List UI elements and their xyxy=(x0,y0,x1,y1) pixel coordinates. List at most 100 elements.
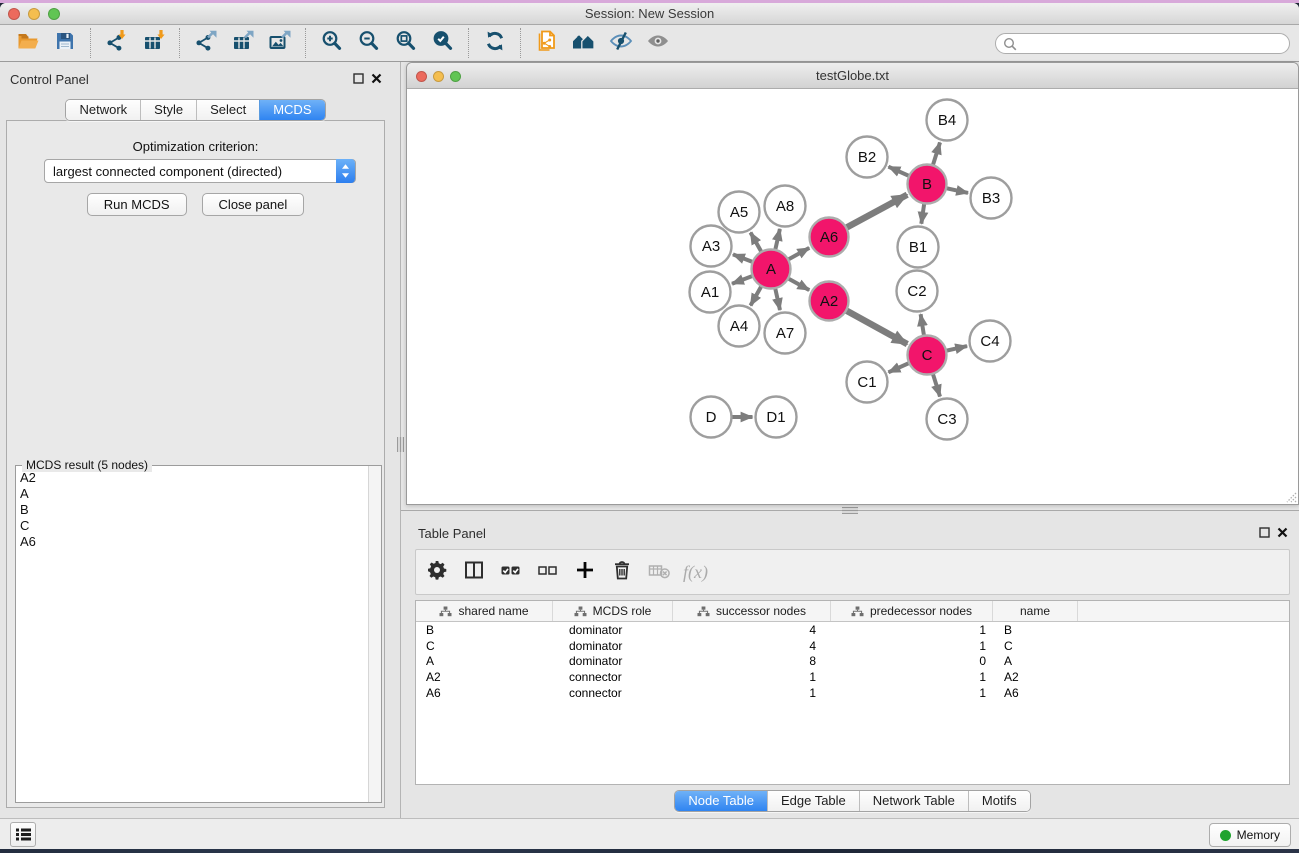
graph-node-A2[interactable]: A2 xyxy=(810,282,849,321)
task-history-button[interactable] xyxy=(10,822,36,847)
table-row[interactable]: A2connector11A2 xyxy=(416,669,1289,685)
search-box[interactable] xyxy=(995,33,1290,54)
mcds-result-item[interactable]: A2 xyxy=(20,470,381,486)
tab-motifs[interactable]: Motifs xyxy=(968,791,1030,811)
graph-node-A3[interactable]: A3 xyxy=(691,226,732,267)
optimization-criterion-select[interactable]: largest connected component (directed) xyxy=(44,159,356,183)
search-input[interactable] xyxy=(1017,36,1289,52)
deselect-all-icon xyxy=(536,558,560,587)
import-network-button[interactable] xyxy=(98,27,135,59)
close-table-panel-icon[interactable] xyxy=(1277,527,1288,538)
run-mcds-button[interactable]: Run MCDS xyxy=(87,193,187,216)
graph-node-B3[interactable]: B3 xyxy=(971,178,1012,219)
cell-predecessor-nodes: 1 xyxy=(831,670,993,684)
mcds-result-title: MCDS result (5 nodes) xyxy=(22,458,152,472)
add-column-button[interactable] xyxy=(571,557,598,587)
mcds-result-item[interactable]: A6 xyxy=(20,534,381,550)
graph-node-C4[interactable]: C4 xyxy=(970,321,1011,362)
tab-select[interactable]: Select xyxy=(196,100,259,120)
graph-node-D1[interactable]: D1 xyxy=(756,397,797,438)
home-button[interactable] xyxy=(565,27,602,59)
graph-node-A4[interactable]: A4 xyxy=(719,306,760,347)
svg-text:A3: A3 xyxy=(702,238,720,255)
open-session-button[interactable] xyxy=(9,27,46,59)
horizontal-split-grip[interactable] xyxy=(842,507,858,514)
close-panel-button[interactable]: Close panel xyxy=(202,193,305,216)
table-row[interactable]: Bdominator41B xyxy=(416,622,1289,638)
toolbar-separator xyxy=(90,28,91,58)
graph-node-B2[interactable]: B2 xyxy=(847,137,888,178)
column-header-shared-name[interactable]: shared name xyxy=(416,601,553,621)
graph-node-C2[interactable]: C2 xyxy=(897,271,938,312)
graph-node-A7[interactable]: A7 xyxy=(765,313,806,354)
resize-handle-icon[interactable] xyxy=(1283,490,1297,503)
network-from-file-button[interactable] xyxy=(528,27,565,59)
graph-node-C1[interactable]: C1 xyxy=(847,362,888,403)
gear-button[interactable] xyxy=(423,557,450,587)
cell-predecessor-nodes: 1 xyxy=(831,639,993,653)
table-header-row: shared nameMCDS rolesuccessor nodesprede… xyxy=(416,601,1289,622)
zoom-in-button[interactable] xyxy=(313,27,350,59)
memory-button[interactable]: Memory xyxy=(1209,823,1291,847)
network-graph-canvas[interactable]: B4 B2 B B3 A5A8A6 B1 A3 A C2 A1 A2 A4A7 C4 C C1 C3 D D1 xyxy=(407,89,1298,504)
mcds-result-item[interactable]: A xyxy=(20,486,381,502)
mcds-result-scrollbar[interactable] xyxy=(368,466,381,802)
add-column-icon xyxy=(573,558,597,587)
graph-node-C3[interactable]: C3 xyxy=(927,399,968,440)
import-table-icon xyxy=(142,29,166,58)
import-table-button[interactable] xyxy=(135,27,172,59)
select-all-button[interactable] xyxy=(497,557,524,587)
graph-node-B[interactable]: B xyxy=(908,165,947,204)
deselect-all-button[interactable] xyxy=(534,557,561,587)
table-row[interactable]: Cdominator41C xyxy=(416,638,1289,654)
zoom-in-icon xyxy=(320,29,344,58)
column-label: name xyxy=(1020,604,1050,618)
svg-text:C3: C3 xyxy=(937,411,956,428)
cell-shared-name: A2 xyxy=(416,670,553,684)
graph-node-A5[interactable]: A5 xyxy=(719,192,760,233)
graph-node-A6[interactable]: A6 xyxy=(810,218,849,257)
mcds-result-item[interactable]: C xyxy=(20,518,381,534)
table-row[interactable]: A6connector11A6 xyxy=(416,685,1289,701)
zoom-selected-button[interactable] xyxy=(424,27,461,59)
float-table-panel-icon[interactable] xyxy=(1259,527,1270,538)
tab-style[interactable]: Style xyxy=(140,100,196,120)
graph-node-A8[interactable]: A8 xyxy=(765,186,806,227)
save-session-button[interactable] xyxy=(46,27,83,59)
export-image-button[interactable] xyxy=(261,27,298,59)
table-row[interactable]: Adominator80A xyxy=(416,653,1289,669)
column-header-predecessor-nodes[interactable]: predecessor nodes xyxy=(831,601,993,621)
zoom-fit-button[interactable] xyxy=(387,27,424,59)
mcds-result-item[interactable]: B xyxy=(20,502,381,518)
window-title: Session: New Session xyxy=(0,6,1299,21)
export-table-button[interactable] xyxy=(224,27,261,59)
svg-text:A: A xyxy=(766,261,776,278)
column-header-successor-nodes[interactable]: successor nodes xyxy=(673,601,831,621)
attribute-type-icon xyxy=(439,606,452,617)
refresh-button[interactable] xyxy=(476,27,513,59)
zoom-out-button[interactable] xyxy=(350,27,387,59)
vertical-split-grip[interactable] xyxy=(397,437,404,452)
export-network-button[interactable] xyxy=(187,27,224,59)
graph-node-D[interactable]: D xyxy=(691,397,732,438)
graph-node-C[interactable]: C xyxy=(908,336,947,375)
tab-network-table[interactable]: Network Table xyxy=(859,791,968,811)
column-header-MCDS-role[interactable]: MCDS role xyxy=(553,601,673,621)
tab-node-table[interactable]: Node Table xyxy=(675,791,767,811)
graph-node-A1[interactable]: A1 xyxy=(690,272,731,313)
hide-selected-button[interactable] xyxy=(602,27,639,59)
column-header-name[interactable]: name xyxy=(993,601,1078,621)
tab-edge-table[interactable]: Edge Table xyxy=(767,791,859,811)
close-panel-icon[interactable] xyxy=(371,73,382,84)
svg-text:C: C xyxy=(922,347,933,364)
delete-column-button[interactable] xyxy=(608,557,635,587)
network-from-file-icon xyxy=(535,29,559,58)
graph-node-B4[interactable]: B4 xyxy=(927,100,968,141)
graph-node-A[interactable]: A xyxy=(752,250,791,289)
tab-mcds[interactable]: MCDS xyxy=(259,100,324,120)
float-panel-icon[interactable] xyxy=(353,73,364,84)
column-browser-button[interactable] xyxy=(460,557,487,587)
graph-node-B1[interactable]: B1 xyxy=(898,227,939,268)
tab-network[interactable]: Network xyxy=(66,100,140,120)
show-all-button[interactable] xyxy=(639,27,676,59)
